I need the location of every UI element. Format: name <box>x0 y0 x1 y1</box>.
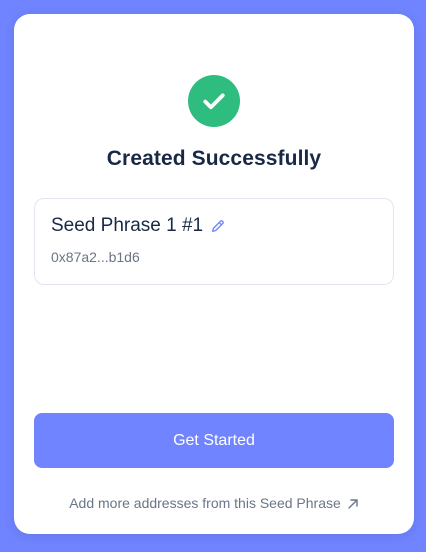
account-address: 0x87a2...b1d6 <box>51 249 140 265</box>
pencil-icon[interactable] <box>209 217 227 235</box>
success-check-icon <box>188 75 240 127</box>
account-name-row: Seed Phrase 1 #1 <box>51 215 227 237</box>
account-card: Seed Phrase 1 #1 0x87a2...b1d6 <box>34 198 394 285</box>
success-card: Created Successfully Seed Phrase 1 #1 0x… <box>14 14 414 534</box>
add-more-addresses-link[interactable]: Add more addresses from this Seed Phrase <box>14 495 414 511</box>
add-more-addresses-label: Add more addresses from this Seed Phrase <box>69 495 341 511</box>
get-started-button[interactable]: Get Started <box>34 413 394 468</box>
arrow-up-right-icon <box>347 498 359 510</box>
account-name: Seed Phrase 1 #1 <box>51 215 204 236</box>
page-title: Created Successfully <box>106 147 322 170</box>
